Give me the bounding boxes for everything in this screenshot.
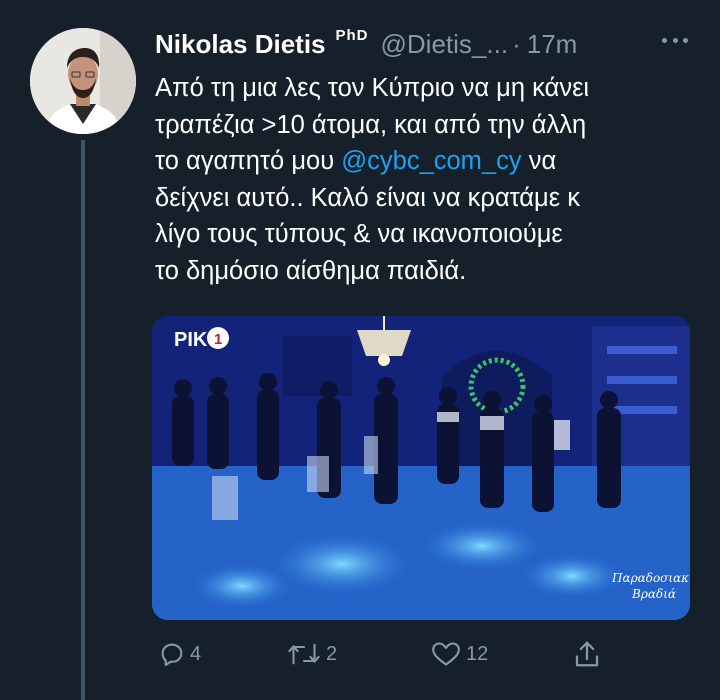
tweet-text-fragment: το αγαπητό μου xyxy=(155,147,335,175)
tweet: Nikolas Dietis PhD @Dietis_... · 17m Από… xyxy=(0,0,720,700)
show-caption: Παραδοσιακή xyxy=(611,571,690,585)
retweet-button[interactable]: 2 xyxy=(286,636,337,672)
tweet-media-image[interactable]: ΡΙΚ 1 Παραδοσιακή Βραδιά xyxy=(152,316,690,620)
user-handle[interactable]: @Dietis_... xyxy=(381,29,509,60)
tweet-actions: 4 2 12 xyxy=(152,636,612,672)
name-badge: PhD xyxy=(335,26,369,44)
retweet-count: 2 xyxy=(326,642,338,665)
share-icon xyxy=(575,641,599,667)
channel-logo-digit: 1 xyxy=(214,331,222,348)
timestamp[interactable]: 17m xyxy=(527,29,578,60)
reply-icon xyxy=(161,643,183,667)
thread-line xyxy=(81,140,85,700)
separator-dot: · xyxy=(512,28,521,59)
display-name[interactable]: Nikolas Dietis xyxy=(155,29,326,60)
like-button[interactable]: 12 xyxy=(430,636,488,672)
tweet-text-line: Από τη μια λες τον Κύπριο να μη κάνει xyxy=(155,74,590,102)
show-caption: Βραδιά xyxy=(631,587,676,601)
tweet-text-line: το αγαπητό μου @cybc_com_cy να xyxy=(155,143,700,180)
tweet-text-line: δείχνει αυτό.. Καλό είναι να κρατάμε κ xyxy=(155,183,580,212)
tweet-header: Nikolas Dietis PhD @Dietis_... · 17m xyxy=(155,26,577,62)
like-count: 12 xyxy=(466,642,489,665)
channel-logo: ΡΙΚ xyxy=(174,329,208,351)
tweet-text-fragment: να xyxy=(528,147,557,175)
tweet-text-line: τραπέζια >10 άτομα, και από την άλλη xyxy=(155,110,587,139)
more-icon[interactable] xyxy=(662,33,688,47)
avatar[interactable] xyxy=(30,28,136,134)
like-icon xyxy=(432,642,460,666)
tweet-text: Από τη μια λες τον Κύπριο να μη κάνει τρ… xyxy=(155,70,700,289)
tweet-text-line: το δημόσιο αίσθημα παιδιά. xyxy=(155,256,467,285)
reply-count: 4 xyxy=(190,642,202,665)
mention-link[interactable]: @cybc_com_cy xyxy=(341,147,521,175)
tweet-text-line: λίγο τους τύπους & να ικανοποιούμε xyxy=(155,220,563,248)
retweet-icon xyxy=(288,643,320,665)
reply-button[interactable]: 4 xyxy=(158,636,201,672)
share-button[interactable] xyxy=(572,636,602,672)
